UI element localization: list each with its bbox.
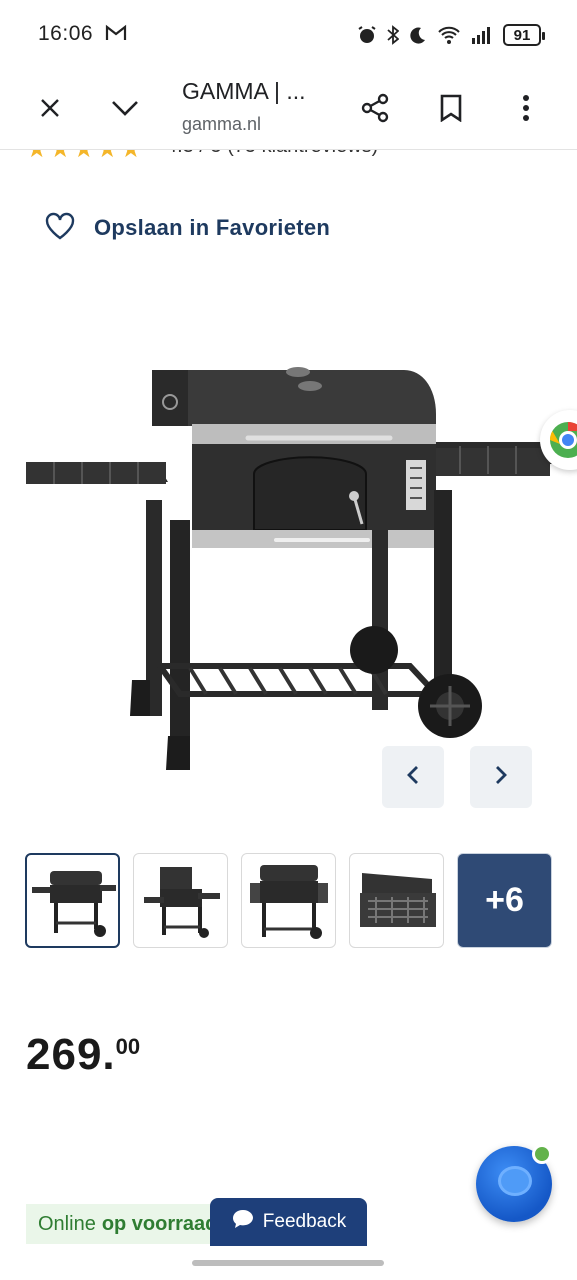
bookmark-button[interactable] <box>427 86 475 134</box>
alarm-icon <box>357 25 377 45</box>
price-integer: 269. <box>26 1030 116 1079</box>
bluetooth-icon <box>387 25 399 45</box>
gallery-next-button[interactable] <box>470 746 532 808</box>
gallery-more-count: +6 <box>485 881 524 919</box>
page-title: GAMMA | ... <box>182 78 306 104</box>
status-icons: 91 <box>357 22 545 48</box>
stock-prefix: Online <box>38 1212 96 1235</box>
share-button[interactable] <box>351 86 399 134</box>
gallery-thumbnail-1[interactable] <box>25 853 120 948</box>
gallery-thumbnail-2[interactable] <box>133 853 228 948</box>
page-url: gamma.nl <box>182 114 262 134</box>
product-price: 269.00 <box>26 1030 140 1080</box>
stock-availability: op voorraad <box>101 1212 216 1235</box>
save-favorite-button[interactable]: Opslaan in Favorieten <box>44 212 330 244</box>
gallery-thumbnail-3[interactable] <box>241 853 336 948</box>
gallery-more-thumbnail[interactable]: +6 <box>457 853 552 948</box>
online-status-dot <box>532 1144 552 1164</box>
signal-icon <box>471 26 493 44</box>
product-main-image[interactable] <box>20 350 560 780</box>
wifi-icon <box>437 25 461 45</box>
bookmark-icon <box>439 94 463 127</box>
moon-icon <box>409 26 427 44</box>
stock-status: Online op voorraad <box>26 1204 216 1244</box>
price-decimal: 00 <box>115 1034 141 1059</box>
gallery-thumbnail-4[interactable] <box>349 853 444 948</box>
feedback-button[interactable]: Feedback <box>210 1198 367 1246</box>
favorite-label: Opslaan in Favorieten <box>94 215 331 240</box>
battery-icon: 91 <box>503 24 545 46</box>
more-menu-button[interactable] <box>502 86 550 134</box>
close-icon <box>38 96 62 125</box>
gallery-prev-button[interactable] <box>382 746 444 808</box>
feedback-label: Feedback <box>262 1211 347 1232</box>
chat-bubble-icon <box>498 1166 532 1196</box>
share-icon <box>360 93 390 128</box>
browser-toolbar: GAMMA | ... gamma.nl <box>0 70 577 150</box>
gesture-navigation-bar[interactable] <box>192 1260 384 1266</box>
more-vert-icon <box>522 94 530 127</box>
chevron-right-icon <box>494 764 508 791</box>
chat-icon <box>231 1208 255 1236</box>
gmail-icon <box>105 24 127 44</box>
chevron-left-icon <box>406 764 420 791</box>
heart-icon <box>44 212 76 245</box>
chevron-down-icon <box>111 99 139 122</box>
gallery-thumbnails: +6 <box>25 853 555 949</box>
minimize-button[interactable] <box>101 86 149 134</box>
status-time: 16:06 <box>38 22 94 45</box>
close-button[interactable] <box>26 86 74 134</box>
status-bar: 16:06 91 <box>0 0 577 70</box>
